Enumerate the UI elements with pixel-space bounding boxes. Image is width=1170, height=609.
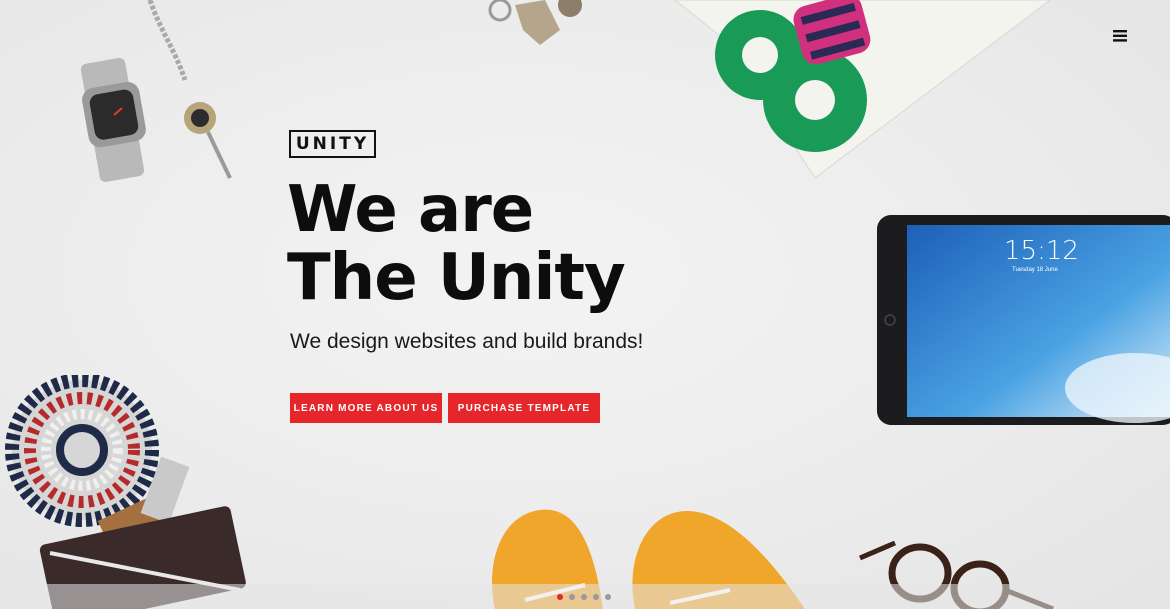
learn-more-button[interactable]: LEARN MORE ABOUT US <box>290 393 442 423</box>
slider-dot-5[interactable] <box>605 594 611 600</box>
headline-line-1: We are <box>287 173 534 247</box>
slider-dot-4[interactable] <box>593 594 599 600</box>
magazine-image <box>674 0 1051 179</box>
hero-section: 15:12 Tuesday 18 June UNITY We are The U… <box>0 0 1170 609</box>
keys-image <box>488 0 582 45</box>
slider-dot-1[interactable] <box>557 594 563 600</box>
tablet-clock: 15:12 <box>1004 236 1079 266</box>
tablet-date: Tuesday 18 June <box>1012 267 1058 273</box>
brand-logo[interactable]: UNITY <box>289 130 376 158</box>
hero-tagline: We design websites and build brands! <box>290 330 644 353</box>
headline-line-2: The Unity <box>287 241 626 315</box>
hero-headline: We are The Unity <box>287 173 626 315</box>
slider-dot-3[interactable] <box>581 594 587 600</box>
slider-dot-2[interactable] <box>569 594 575 600</box>
hamburger-menu-icon[interactable] <box>1110 27 1132 45</box>
slider-dots <box>557 594 611 600</box>
purchase-template-button[interactable]: PURCHASE TEMPLATE <box>448 393 600 423</box>
belt-image <box>5 375 246 609</box>
watch-image <box>80 0 232 182</box>
